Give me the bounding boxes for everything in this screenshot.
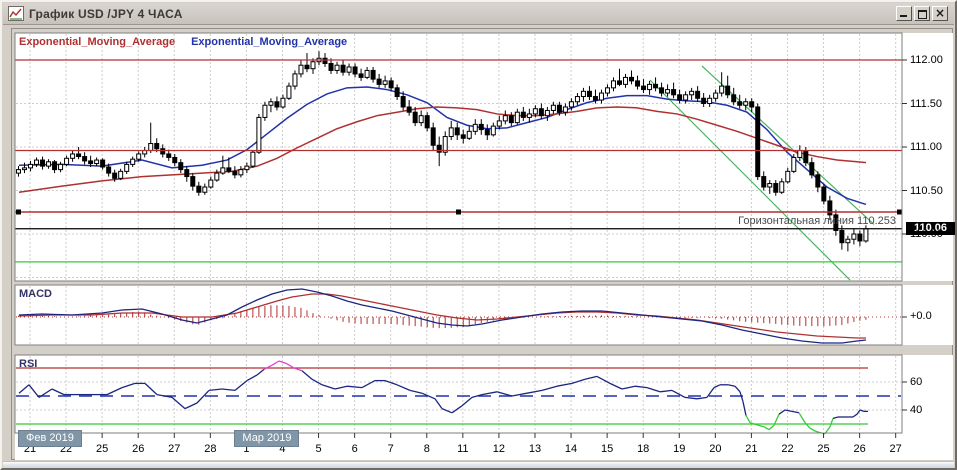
- price-axis-label: 112.00: [910, 54, 943, 66]
- date-label: 12: [492, 443, 506, 455]
- date-label: 8: [423, 443, 430, 455]
- horizontal-line-tooltip: Горизонтальная линия 110.253: [738, 215, 896, 227]
- maximize-icon: [918, 10, 927, 19]
- rsi-axis-label: 60: [910, 376, 923, 388]
- macd-label: MACD: [19, 288, 52, 300]
- date-label: 13: [528, 443, 542, 455]
- date-label: 25: [817, 443, 830, 455]
- chart-icon: [8, 6, 24, 21]
- date-label: 26: [132, 443, 145, 455]
- date-label: 27: [889, 443, 902, 455]
- bottom-strip: [3, 461, 954, 468]
- window-title: График USD /JPY 4 ЧАСА: [29, 6, 183, 21]
- date-label: 28: [204, 443, 217, 455]
- window: График USD /JPY 4 ЧАСА × Exponential_Mov…: [0, 0, 957, 470]
- chart-client: [11, 28, 953, 460]
- price-axis-label: 111.50: [910, 97, 943, 110]
- price-axis-label: 110.00: [910, 228, 943, 240]
- month-badge: Фев 2019: [18, 430, 82, 447]
- date-label: 21: [745, 443, 758, 455]
- date-label: 26: [853, 443, 866, 455]
- date-label: 25: [96, 443, 109, 455]
- date-label: 19: [673, 443, 686, 455]
- rsi-label: RSI: [19, 358, 38, 370]
- rsi-axis-label: 40: [910, 404, 923, 416]
- minimize-button[interactable]: [896, 6, 912, 21]
- date-label: 11: [457, 443, 469, 455]
- date-label: 18: [637, 443, 650, 455]
- date-label: 6: [351, 443, 358, 455]
- ema-label-blue: Exponential_Moving_Average: [191, 36, 348, 48]
- maximize-button[interactable]: [914, 6, 930, 21]
- date-label: 15: [600, 443, 614, 455]
- ema-label-red: Exponential_Moving_Average: [19, 36, 176, 48]
- close-button[interactable]: ×: [932, 6, 948, 21]
- date-label: 22: [781, 443, 794, 455]
- date-label: 27: [168, 443, 181, 455]
- macd-axis-label: +0.0: [910, 310, 932, 322]
- date-label: 7: [387, 443, 394, 455]
- price-axis-label: 111.00: [910, 141, 943, 153]
- titlebar[interactable]: График USD /JPY 4 ЧАСА ×: [3, 3, 954, 25]
- price-axis-label: 110.50: [910, 184, 943, 197]
- minimize-icon: [900, 15, 907, 17]
- date-label: 5: [315, 443, 322, 455]
- month-badge: Мар 2019: [234, 430, 300, 447]
- close-icon: ×: [934, 6, 946, 20]
- date-label: 14: [564, 443, 578, 455]
- date-label: 20: [709, 443, 722, 455]
